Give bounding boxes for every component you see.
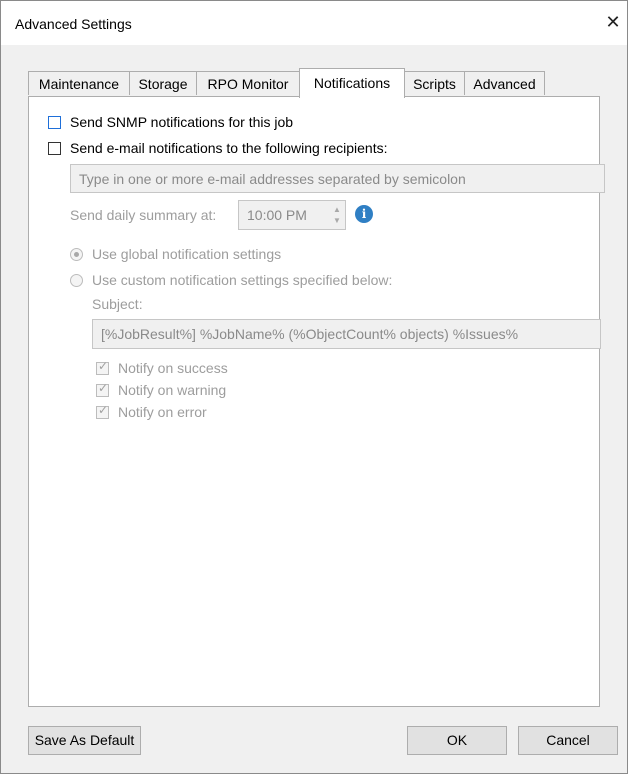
daily-summary-label: Send daily summary at: [70,207,217,223]
notify-warning-option[interactable]: Notify on warning [96,381,227,398]
spin-up-icon[interactable]: ▲ [332,205,342,215]
global-settings-radio[interactable] [70,247,83,261]
subject-label-row: Subject: [92,296,143,312]
notify-warning-checkbox[interactable] [96,381,109,397]
save-as-default-button[interactable]: Save As Default [28,726,141,755]
dialog-body: Maintenance Storage RPO Monitor Notifica… [1,45,627,773]
notify-success-checkbox[interactable] [96,359,109,375]
ok-button[interactable]: OK [407,726,507,755]
snmp-option[interactable]: Send SNMP notifications for this job [48,114,293,130]
notify-error-label: Notify on error [118,404,207,420]
custom-settings-radio[interactable] [70,273,83,287]
daily-summary-time: 10:00 PM [247,207,307,223]
notify-error-checkbox[interactable] [96,403,109,419]
custom-settings-option[interactable]: Use custom notification settings specifi… [70,272,392,288]
window-title: Advanced Settings [15,16,132,32]
email-label: Send e-mail notifications to the followi… [70,140,388,156]
tab-scripts[interactable]: Scripts [404,71,465,95]
subject-input[interactable]: [%JobResult%] %JobName% (%ObjectCount% o… [92,319,601,349]
notify-error-option[interactable]: Notify on error [96,403,207,420]
email-option[interactable]: Send e-mail notifications to the followi… [48,140,388,156]
notify-success-label: Notify on success [118,360,228,376]
spin-down-icon[interactable]: ▼ [332,216,342,226]
snmp-checkbox[interactable] [48,115,61,129]
custom-settings-label: Use custom notification settings specifi… [92,272,393,288]
tab-notifications[interactable]: Notifications [299,68,405,98]
notify-success-option[interactable]: Notify on success [96,359,228,376]
advanced-settings-window: Advanced Settings ✕ Maintenance Storage … [0,0,628,774]
notifications-panel: Send SNMP notifications for this job Sen… [28,96,605,707]
tab-rpo-monitor[interactable]: RPO Monitor [196,71,300,95]
info-icon[interactable]: i [355,205,373,223]
global-settings-option[interactable]: Use global notification settings [70,246,281,262]
snmp-label: Send SNMP notifications for this job [70,114,294,130]
subject-label: Subject: [92,296,143,312]
daily-summary-time-picker[interactable]: 10:00 PM ▲ ▼ [238,200,346,230]
tab-advanced[interactable]: Advanced [464,71,545,95]
email-checkbox[interactable] [48,141,61,155]
close-icon[interactable]: ✕ [603,12,623,32]
tab-maintenance[interactable]: Maintenance [28,71,130,95]
recipients-input[interactable]: Type in one or more e-mail addresses sep… [70,164,605,193]
cancel-button[interactable]: Cancel [518,726,618,755]
title-bar: Advanced Settings ✕ [1,1,627,45]
daily-summary-label-row: Send daily summary at: [70,207,216,223]
global-settings-label: Use global notification settings [92,246,282,262]
tab-storage[interactable]: Storage [129,71,197,95]
notify-warning-label: Notify on warning [118,382,227,398]
